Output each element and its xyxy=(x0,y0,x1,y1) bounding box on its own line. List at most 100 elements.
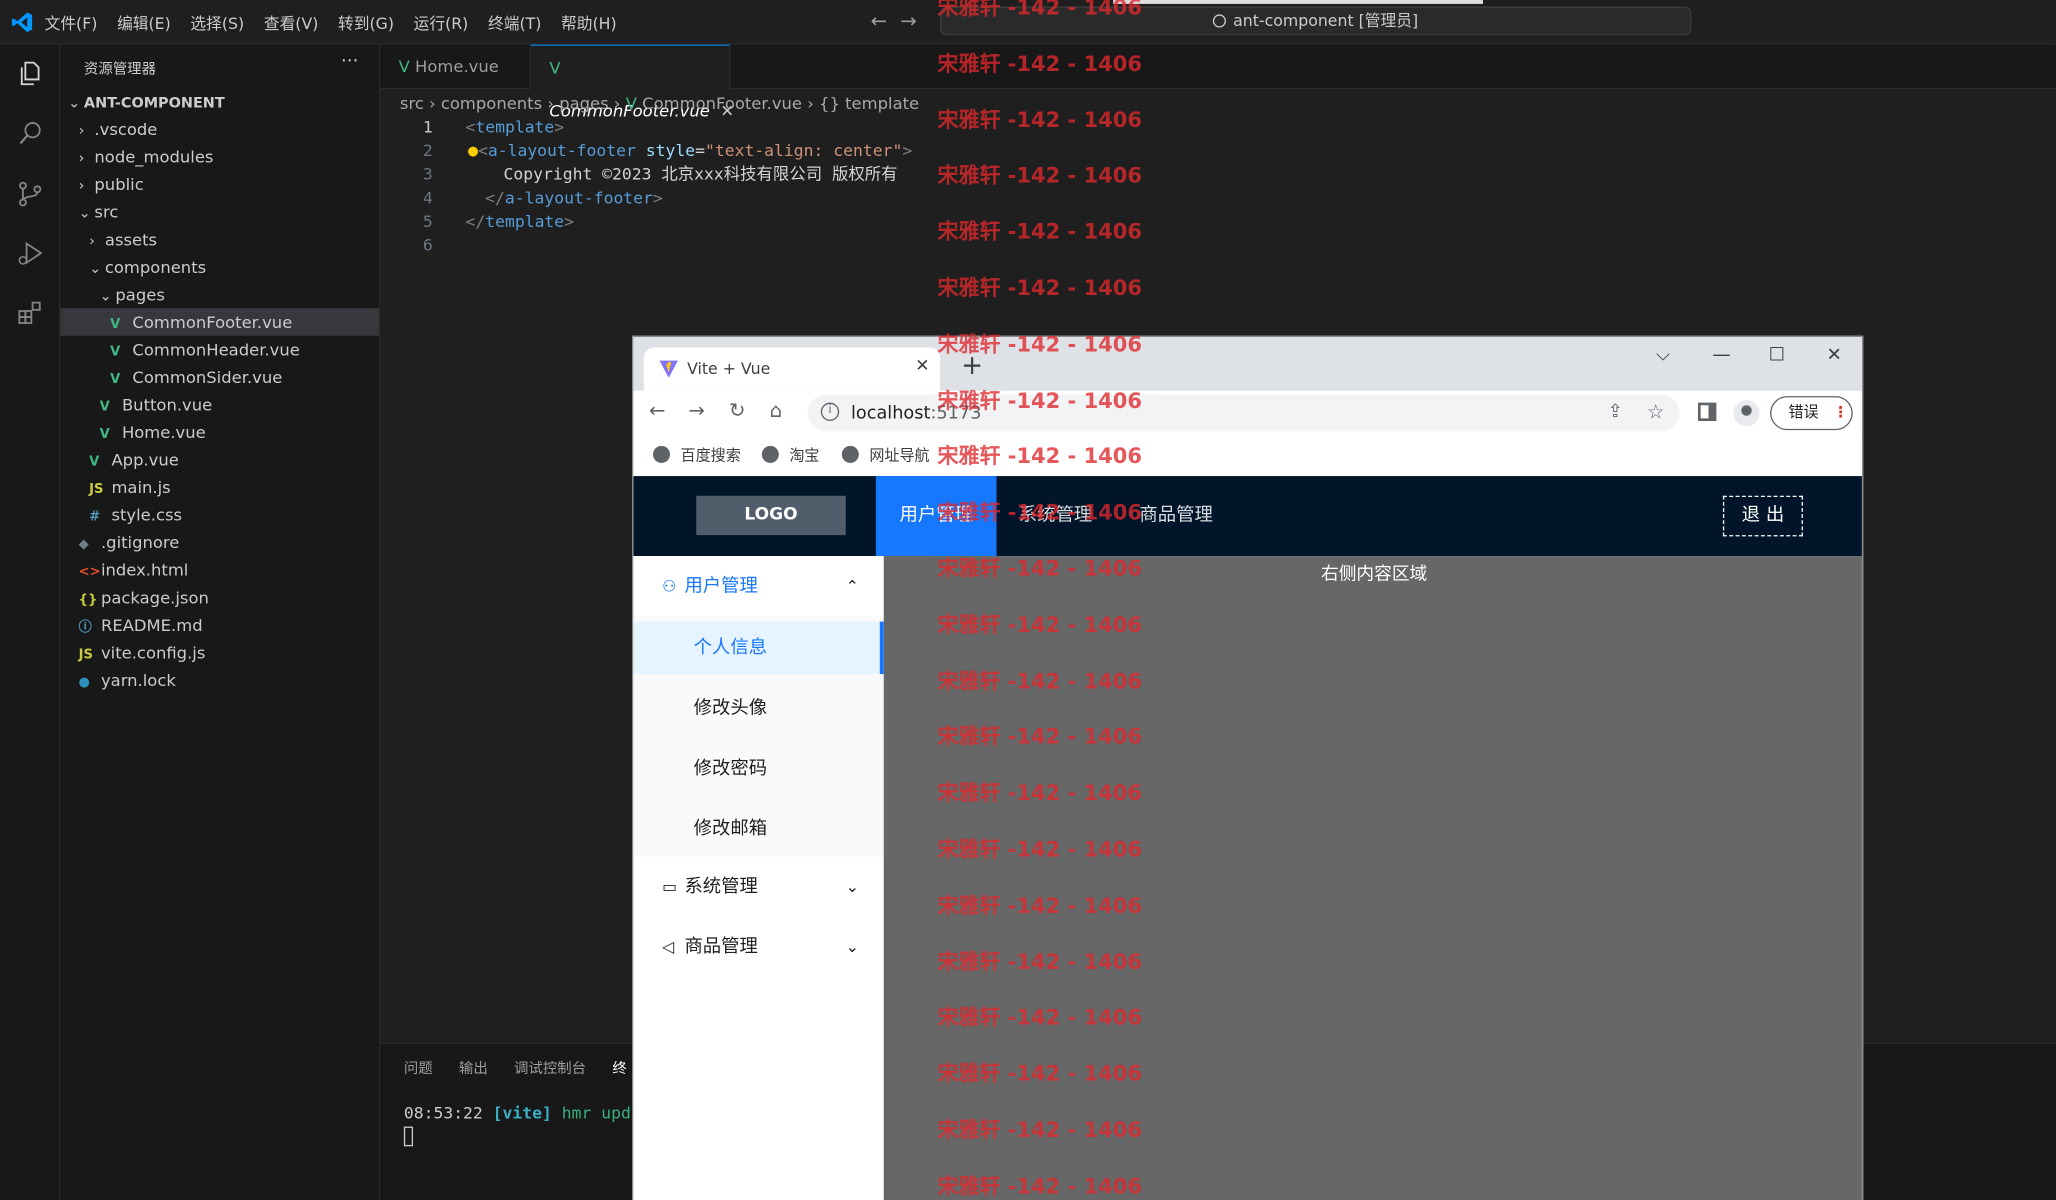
more-actions-icon[interactable]: ··· xyxy=(341,51,359,72)
tree-item[interactable]: › public xyxy=(60,170,379,198)
explorer-icon[interactable] xyxy=(16,59,45,88)
tree-item[interactable]: JS vite.config.js xyxy=(60,639,379,667)
tree-item[interactable]: › node_modules xyxy=(60,143,379,171)
error-button[interactable]: 错误 ⋮ xyxy=(1770,396,1853,431)
bookmark-taobao[interactable]: 淘宝 xyxy=(761,443,820,465)
profile-avatar-icon[interactable] xyxy=(1733,400,1760,427)
menu-run[interactable]: 运行(R) xyxy=(414,12,469,34)
forward-icon[interactable]: → xyxy=(688,399,704,423)
bookmark-baidu[interactable]: 百度搜索 xyxy=(652,443,741,465)
tree-item[interactable]: V CommonSider.vue xyxy=(60,363,379,391)
share-icon[interactable]: ⇪ xyxy=(1608,401,1623,422)
chevron-right-icon: › xyxy=(613,93,621,113)
tree-item[interactable]: <>index.html xyxy=(60,556,379,584)
back-icon[interactable]: ← xyxy=(649,399,665,423)
tree-item[interactable]: › .vscode xyxy=(60,115,379,143)
panel-tabs: 问题 输出 调试控制台 终 xyxy=(404,1057,653,1078)
submenu-system[interactable]: ▭ 系统管理 ⌄ xyxy=(633,856,883,916)
menu-help[interactable]: 帮助(H) xyxy=(561,12,617,34)
submenu-goods[interactable]: ◁ 商品管理 ⌄ xyxy=(633,917,883,977)
side-panel-icon[interactable] xyxy=(1698,402,1717,421)
run-debug-icon[interactable] xyxy=(16,239,45,268)
tab-commonfooter-vue[interactable]: V CommonFooter.vue ✕ xyxy=(531,44,734,121)
breadcrumb-item[interactable]: pages xyxy=(559,93,608,113)
more-menu-icon[interactable]: ⋮ xyxy=(1833,397,1848,427)
close-icon[interactable]: ✕ xyxy=(915,357,929,377)
submenu-user[interactable]: ⚇ 用户管理 ⌃ xyxy=(633,556,883,616)
tree-item-label: CommonHeader.vue xyxy=(132,339,300,360)
tree-item[interactable]: V CommonFooter.vue xyxy=(60,308,379,336)
chevron-right-icon: › xyxy=(78,149,85,167)
header-nav-user[interactable]: 用户管理 xyxy=(875,476,997,557)
breadcrumb-item[interactable]: src xyxy=(400,93,424,113)
breadcrumb-item[interactable]: CommonFooter.vue xyxy=(642,93,802,113)
browser-tab[interactable]: Vite + Vue ✕ xyxy=(643,347,941,391)
tree-item[interactable]: ● yarn.lock xyxy=(60,666,379,694)
tree-item[interactable]: ◆ .gitignore xyxy=(60,529,379,557)
menu-item-email[interactable]: 修改邮箱 xyxy=(633,803,883,855)
tree-item-label: src xyxy=(94,201,119,222)
tree-item[interactable]: # style.css xyxy=(60,501,379,529)
file-type-icon: V xyxy=(99,400,110,415)
minimize-icon[interactable]: — xyxy=(1712,345,1730,366)
tree-item[interactable]: {} package.json xyxy=(60,584,379,612)
reload-icon[interactable]: ↻ xyxy=(729,399,745,423)
header-nav-goods[interactable]: 商品管理 xyxy=(1116,476,1237,556)
tree-item[interactable]: V App.vue xyxy=(60,446,379,474)
tree-item[interactable]: V Home.vue xyxy=(60,418,379,446)
tab-home-vue[interactable]: V Home.vue xyxy=(380,44,532,90)
tree-item[interactable]: ⌄ pages xyxy=(60,281,379,309)
menu-view[interactable]: 查看(V) xyxy=(264,12,319,34)
braces-icon: {} xyxy=(819,93,846,113)
site-info-icon[interactable]: i xyxy=(820,402,840,421)
tree-item[interactable]: V Button.vue xyxy=(60,391,379,419)
terminal-output[interactable]: 08:53:22 [vite] hmr updat xyxy=(403,1103,651,1147)
error-label: 错误 xyxy=(1788,402,1819,421)
breadcrumb-item[interactable]: template xyxy=(845,93,919,113)
tree-item[interactable]: JS main.js xyxy=(60,473,379,501)
header-nav-system[interactable]: 系统管理 xyxy=(995,476,1116,556)
file-type-icon: {} xyxy=(78,592,98,608)
chevron-right-icon: › xyxy=(78,177,85,195)
menu-goto[interactable]: 转到(G) xyxy=(338,12,394,34)
forward-arrow-icon[interactable]: → xyxy=(900,9,916,33)
search-activity-icon[interactable] xyxy=(16,119,45,148)
back-arrow-icon[interactable]: ← xyxy=(871,9,887,33)
chevron-down-icon: ⌄ xyxy=(845,937,859,957)
menu-selection[interactable]: 选择(S) xyxy=(190,12,244,34)
panel-tab-output[interactable]: 输出 xyxy=(459,1060,488,1077)
window-close-icon[interactable]: ✕ xyxy=(1827,345,1842,366)
address-bar[interactable]: i localhost:5173 ⇪ ☆ xyxy=(807,394,1680,432)
tree-item[interactable]: ⌄ src xyxy=(60,198,379,226)
breadcrumb-item[interactable]: components xyxy=(441,93,542,113)
bookmark-nav[interactable]: 网址导航 xyxy=(841,443,930,465)
tree-item[interactable]: ⌄ components xyxy=(60,253,379,281)
panel-tab-debug-console[interactable]: 调试控制台 xyxy=(514,1060,586,1077)
menu-edit[interactable]: 编辑(E) xyxy=(117,12,171,34)
tree-item[interactable]: › assets xyxy=(60,226,379,254)
tree-item[interactable]: V CommonHeader.vue xyxy=(60,336,379,364)
menu-terminal[interactable]: 终端(T) xyxy=(488,12,541,34)
new-tab-icon[interactable]: + xyxy=(961,349,983,380)
logout-button[interactable]: 退 出 xyxy=(1722,495,1803,537)
panel-tab-terminal[interactable]: 终 xyxy=(612,1060,626,1077)
file-type-icon: V xyxy=(110,344,121,360)
tree-item[interactable]: ⓘ README.md xyxy=(60,611,379,639)
tree-item-label: CommonFooter.vue xyxy=(132,312,293,332)
tree-root[interactable]: ⌄ ANT-COMPONENT xyxy=(60,88,379,116)
menu-item-password[interactable]: 修改密码 xyxy=(633,742,883,794)
lightbulb-icon[interactable]: ● xyxy=(468,140,478,160)
bookmark-star-icon[interactable]: ☆ xyxy=(1647,400,1665,424)
command-center-search[interactable]: ant-component [管理员] xyxy=(940,6,1692,36)
chevron-right-icon: › xyxy=(429,93,436,113)
extensions-icon[interactable] xyxy=(16,299,45,328)
menu-file[interactable]: 文件(F) xyxy=(45,12,98,34)
source-control-icon[interactable] xyxy=(16,180,45,209)
editor-tabs: V Home.vue V CommonFooter.vue ✕ xyxy=(380,44,2056,121)
maximize-icon[interactable]: ☐ xyxy=(1769,345,1785,366)
panel-tab-problems[interactable]: 问题 xyxy=(404,1060,433,1077)
home-icon[interactable]: ⌂ xyxy=(770,399,782,423)
tab-search-icon[interactable]: ⌵ xyxy=(1656,345,1670,366)
menu-item-avatar[interactable]: 修改头像 xyxy=(633,682,883,734)
menu-item-profile[interactable]: 个人信息 xyxy=(633,621,884,675)
